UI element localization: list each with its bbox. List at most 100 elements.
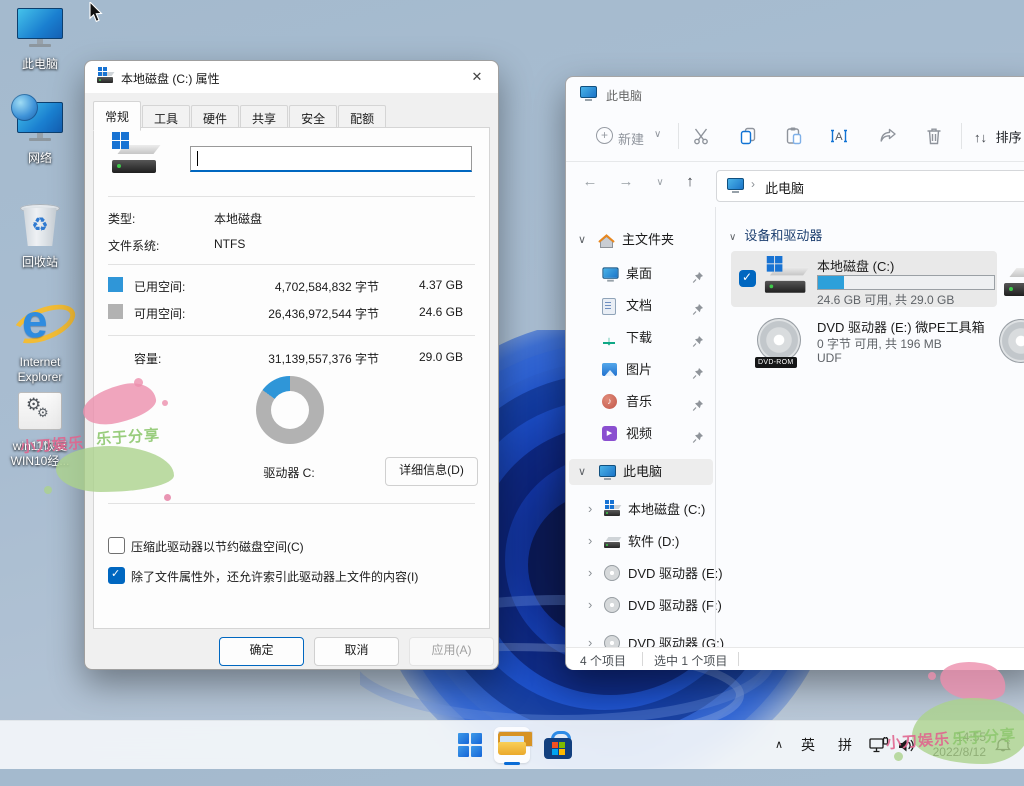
delete-icon[interactable]: [924, 126, 944, 146]
pin-icon: [692, 331, 704, 357]
sidebar-item-label: 软件 (D:): [628, 529, 679, 555]
details-button[interactable]: 详细信息(D): [385, 457, 478, 486]
desktop-icon-recycle-bin[interactable]: ♻ 回收站: [0, 200, 80, 270]
sidebar-item-dvd-g[interactable]: › DVD 驱动器 (G:): [566, 631, 716, 647]
cut-icon[interactable]: [692, 126, 712, 146]
sort-arrows-icon: ↑↓: [974, 130, 987, 145]
chevron-down-icon: ∨: [654, 129, 661, 140]
sort-button[interactable]: ↑↓ 排序: [974, 127, 1022, 146]
paste-icon[interactable]: [784, 126, 804, 146]
desktop-icon-win11-restore[interactable]: ⚙⚙ win11恢复 WIN10经...: [0, 392, 80, 469]
desktop-icon-label: 此电脑: [0, 57, 80, 72]
checkbox-checked-icon[interactable]: [739, 270, 756, 287]
sidebar-item-label: 主文件夹: [622, 227, 674, 253]
notification-bell-icon[interactable]: z: [994, 737, 1014, 785]
svg-text:A: A: [835, 131, 843, 143]
filesystem-value: NTFS: [214, 237, 245, 251]
index-checkbox[interactable]: [108, 567, 125, 584]
desktop-icon-internet-explorer[interactable]: e Internet Explorer: [0, 296, 80, 385]
recycle-bin-icon: ♻: [19, 200, 61, 246]
network-icon[interactable]: [868, 737, 890, 785]
desktop-icon-this-pc[interactable]: 此电脑: [0, 8, 80, 72]
chevron-down-icon: ∨: [729, 232, 736, 243]
close-icon[interactable]: ✕: [464, 65, 490, 89]
breadcrumb[interactable]: 此电脑: [765, 178, 804, 197]
sidebar-item-dvd-f[interactable]: › DVD 驱动器 (F:): [566, 593, 716, 619]
filesystem-label: 文件系统:: [108, 237, 159, 254]
active-app-indicator: [504, 762, 520, 765]
volume-label-input[interactable]: [190, 146, 472, 172]
speaker-icon[interactable]: [897, 738, 916, 786]
apply-button[interactable]: 应用(A): [409, 637, 494, 666]
drive-d-icon-partial[interactable]: [1004, 263, 1024, 299]
tab-general[interactable]: 常规: [93, 101, 141, 131]
sidebar-item-home[interactable]: ∨ 主文件夹: [566, 227, 716, 253]
sidebar-item-drive-c[interactable]: › 本地磁盘 (C:): [566, 497, 716, 523]
address-bar[interactable]: › 此电脑: [716, 170, 1024, 202]
taskbar: ∧ 英 拼 14:55 2022/8/12 z: [0, 720, 1024, 769]
explorer-statusbar: 4 个项目 选中 1 个项目: [566, 647, 1024, 670]
ime-mode-indicator[interactable]: 拼: [833, 721, 857, 769]
forward-icon[interactable]: →: [614, 173, 638, 190]
pin-icon: [692, 267, 704, 293]
clock[interactable]: 14:55 2022/8/12: [916, 730, 986, 760]
index-checkbox-label[interactable]: 除了文件属性外，还允许索引此驱动器上文件的内容(I): [131, 568, 418, 585]
sidebar-item-downloads[interactable]: ↓ 下载: [566, 325, 716, 351]
toolbar-divider: [678, 123, 679, 149]
chevron-right-icon: ›: [588, 630, 592, 647]
gears-icon: ⚙⚙: [18, 392, 62, 430]
sidebar-item-desktop[interactable]: 桌面: [566, 261, 716, 287]
dvd-icon: [604, 597, 620, 613]
sidebar-item-pictures[interactable]: 图片: [566, 357, 716, 383]
sidebar-item-dvd-e[interactable]: › DVD 驱动器 (E:): [566, 561, 716, 587]
sidebar-item-label: 视频: [626, 421, 652, 447]
pin-icon: [692, 363, 704, 389]
back-icon[interactable]: ←: [578, 173, 602, 190]
sidebar-item-videos[interactable]: ▶ 视频: [566, 421, 716, 447]
drive-c-item[interactable]: 本地磁盘 (C:) 24.6 GB 可用, 共 29.0 GB: [731, 251, 997, 307]
explorer-titlebar[interactable]: 此电脑: [566, 77, 1024, 111]
sort-button-label: 排序: [996, 130, 1022, 145]
compress-checkbox-label[interactable]: 压缩此驱动器以节约磁盘空间(C): [131, 538, 304, 555]
start-button[interactable]: [452, 727, 488, 763]
new-button-label: 新建: [618, 129, 644, 148]
clock-time: 14:55: [916, 730, 986, 745]
properties-dialog: 本地磁盘 (C:) 属性 ✕ 常规工具硬件共享安全配额 类型: 本地磁盘 文件系…: [84, 60, 499, 670]
chevron-down-icon[interactable]: ∨: [648, 177, 672, 188]
sidebar-item-music[interactable]: ♪ 音乐: [566, 389, 716, 415]
this-pc-icon: [580, 86, 597, 101]
status-divider: [738, 652, 739, 666]
taskbar-explorer-button[interactable]: [494, 727, 530, 763]
sidebar-item-drive-d[interactable]: › 软件 (D:): [566, 529, 716, 555]
divider: [108, 335, 475, 336]
taskbar-store-button[interactable]: [540, 727, 576, 763]
sidebar-item-label: DVD 驱动器 (E:): [628, 561, 723, 587]
up-icon[interactable]: ↑: [678, 173, 702, 190]
tray-chevron-icon[interactable]: ∧: [768, 721, 790, 769]
documents-icon: [602, 298, 616, 315]
videos-icon: ▶: [602, 426, 617, 441]
cancel-button[interactable]: 取消: [314, 637, 399, 666]
chevron-right-icon: ›: [588, 528, 592, 554]
desktop-icon-label: 网络: [0, 151, 80, 166]
sidebar-item-this-pc[interactable]: ∨ 此电脑: [569, 459, 713, 485]
sidebar-item-documents[interactable]: 文档: [566, 293, 716, 319]
dvd-f-icon-partial[interactable]: [997, 319, 1024, 367]
group-header[interactable]: ∨设备和驱动器: [729, 225, 822, 244]
chevron-right-icon: ›: [588, 560, 592, 586]
chevron-down-icon: ∨: [578, 227, 586, 253]
rename-icon[interactable]: A: [828, 126, 848, 146]
compress-checkbox[interactable]: [108, 537, 125, 554]
share-icon[interactable]: [878, 126, 898, 146]
ok-button[interactable]: 确定: [219, 637, 304, 666]
downloads-icon: ↓: [602, 328, 616, 346]
copy-icon[interactable]: [738, 126, 758, 146]
new-button[interactable]: + 新建 ∨: [596, 124, 666, 148]
desktop-icon-network[interactable]: 网络: [0, 102, 80, 166]
sidebar-item-label: 下载: [626, 325, 652, 351]
dialog-titlebar[interactable]: 本地磁盘 (C:) 属性 ✕: [85, 61, 498, 93]
dvd-e-item[interactable]: DVD-ROM DVD 驱动器 (E:) 微PE工具箱 0 字节 可用, 共 1…: [731, 313, 997, 373]
plus-icon: +: [596, 127, 613, 144]
clock-date: 2022/8/12: [916, 745, 986, 760]
ime-language-indicator[interactable]: 英: [796, 721, 820, 769]
